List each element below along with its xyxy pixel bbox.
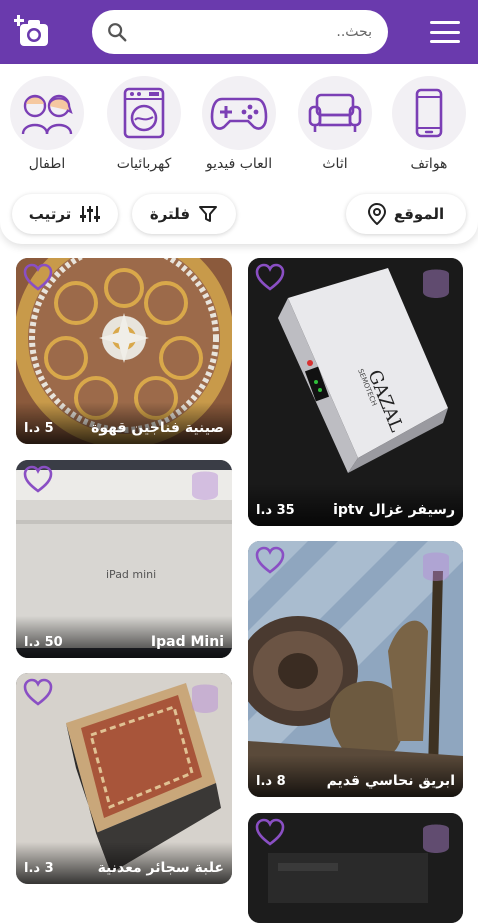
heart-icon[interactable] [22,262,54,292]
camera-add-icon [14,15,48,46]
top-bar [0,0,478,64]
listing-card[interactable]: صينية فناجين قهوة 5 د.ا [16,258,232,444]
listing-price: 50 د.ا [24,635,63,650]
listing-price: 35 د.ا [256,503,295,518]
add-photo-button[interactable] [14,12,54,52]
search-bar[interactable] [92,10,388,54]
category-icon-circle [10,76,84,150]
listing-title: رسيفر غزال iptv [333,502,455,518]
location-label: الموقع [393,205,445,223]
category-label: هواتف [410,156,448,172]
category-icon-circle [298,76,372,150]
kids-icon [21,94,73,135]
menu-icon-line [430,30,460,34]
sort-label: ترتيب [28,205,72,223]
menu-button[interactable] [430,18,460,46]
category-video-games[interactable]: العاب فيديو [196,76,282,172]
category-icon-circle [202,76,276,150]
sliders-icon [80,206,101,222]
heart-icon[interactable] [22,677,54,707]
sort-button[interactable]: ترتيب [12,194,118,234]
gamepad-icon [210,97,268,130]
heart-icon[interactable] [254,545,286,575]
listing-title: Ipad Mini [150,634,224,650]
watermark-logo [423,269,449,298]
phone-icon [415,88,443,138]
listing-title: ابريق نحاسي قديم [326,773,455,789]
category-label: اطفال [28,156,66,172]
listing-price: 8 د.ا [256,774,286,789]
filter-label: فلترة [149,205,191,223]
category-kids[interactable]: اطفال [4,76,90,172]
heart-icon[interactable] [22,464,54,494]
heart-icon[interactable] [254,817,286,847]
menu-icon-line [430,40,460,43]
listing-card[interactable]: GAZAL SEMOTECH رسيفر غزال iptv 35 د.ا [248,258,463,526]
listing-title: علبة سجائر معدنية [97,860,224,876]
category-list: هواتف اثاث العاب فيديو كهربائيات اطفال [0,76,478,196]
category-label: العاب فيديو [205,156,273,172]
category-label: اثاث [322,156,348,172]
category-panel: هواتف اثاث العاب فيديو كهربائيات اطفال ا… [0,64,478,244]
ipad-box-text: iPad mini [106,568,156,581]
search-input[interactable] [134,23,374,41]
listing-card[interactable]: ابريق نحاسي قديم 8 د.ا [248,541,463,797]
watermark-logo [423,552,449,581]
category-label: كهربائيات [116,156,172,172]
listing-card[interactable]: علبة سجائر معدنية 3 د.ا [16,673,232,884]
location-filter-button[interactable]: الموقع [346,194,466,234]
heart-icon[interactable] [254,262,286,292]
watermark-logo [192,684,218,713]
filter-button[interactable]: فلترة [132,194,236,234]
menu-icon-line [430,21,460,24]
watermark-logo [192,471,218,500]
category-icon-circle [107,76,181,150]
search-icon [108,23,127,42]
listing-title: صينية فناجين قهوة [91,420,224,436]
washing-machine-icon [123,87,165,139]
watermark-logo [423,824,449,853]
listing-card[interactable] [248,813,463,923]
funnel-icon [199,206,218,222]
category-electronics[interactable]: كهربائيات [101,76,187,172]
sofa-icon [308,93,362,132]
listing-price: 5 د.ا [24,421,54,436]
listing-price: 3 د.ا [24,861,54,876]
category-furniture[interactable]: اثاث [292,76,378,172]
category-icon-circle [392,76,466,150]
location-pin-icon [367,203,386,225]
listing-card[interactable]: iPad mini Ipad Mini 50 د.ا [16,460,232,658]
category-phones[interactable]: هواتف [386,76,472,172]
